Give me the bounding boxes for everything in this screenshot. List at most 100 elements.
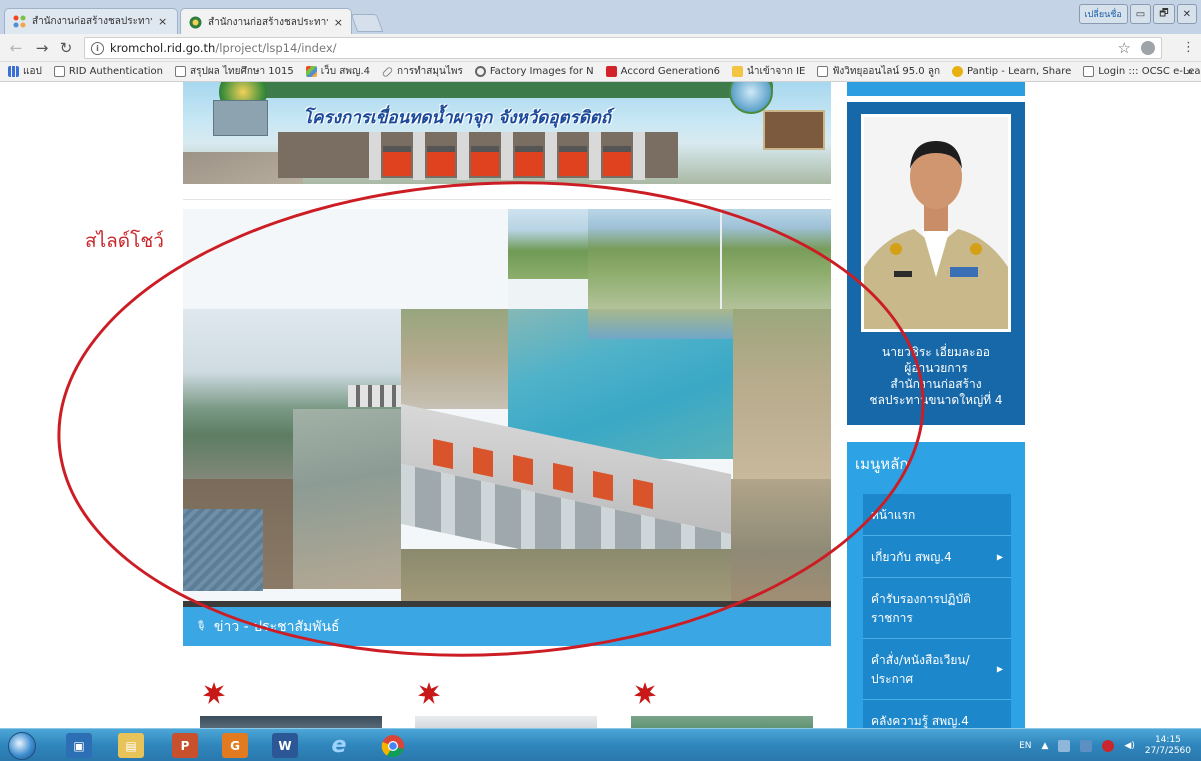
show-hidden-icons[interactable]: ▲: [1041, 741, 1048, 751]
new-tab-button[interactable]: [350, 14, 384, 32]
link-icon: [381, 65, 394, 78]
dam-gate: [515, 146, 543, 176]
dam-gate: [559, 146, 587, 176]
url-domain: kromchol.rid.go.th: [110, 41, 216, 55]
bookmark-item[interactable]: Factory Images for N: [474, 66, 594, 77]
bookmark-item[interactable]: ฟังวิทยุออนไลน์ 95.0 ลูก: [817, 64, 940, 79]
pin-icon: ✎: [191, 617, 210, 636]
bookmark-item[interactable]: Accord Generation6: [605, 66, 721, 77]
info-icon[interactable]: i: [91, 41, 104, 55]
folder-icon: [732, 66, 744, 77]
banner-signboard: [763, 110, 825, 150]
volume-icon[interactable]: ◀): [1124, 741, 1134, 751]
antivirus-icon[interactable]: [1102, 739, 1115, 752]
menu-item-label: เกี่ยวกับ สพญ.4: [871, 550, 952, 564]
browser-tab-2[interactable]: สำนักงานก่อสร้างชลประทานฯ ×: [180, 8, 352, 35]
system-clock[interactable]: 14:15 27/7/2560: [1145, 735, 1191, 757]
language-indicator[interactable]: EN: [1019, 741, 1031, 751]
android-icon: [474, 66, 486, 77]
new-badge-icon: [418, 682, 440, 704]
page-icon: [53, 66, 65, 77]
bookmark-label: การทำสมุนไพร: [397, 66, 463, 77]
action-center-icon[interactable]: [1080, 739, 1093, 752]
window-controls: เปลี่ยนชื่อ ▭ 🗗 ✕: [1078, 4, 1197, 24]
bookmark-item[interactable]: RID Authentication: [53, 66, 163, 77]
clock-date: 27/7/2560: [1144, 745, 1191, 756]
forward-arrow-icon[interactable]: →: [32, 38, 52, 58]
menu-item-label: คำรับรองการปฏิบัติราชการ: [871, 592, 971, 625]
bookmark-item[interactable]: การทำสมุนไพร: [381, 64, 463, 79]
dam-pier: [457, 132, 469, 180]
url-path: /lproject/lsp14/index/: [215, 41, 337, 55]
news-thumbnail[interactable]: [631, 716, 813, 728]
pantip-icon: [952, 66, 964, 77]
bookmarks-more-button[interactable]: »: [1186, 65, 1193, 78]
bookmark-label: นำเข้าจาก IE: [747, 66, 806, 77]
main-menu-list: หน้าแรก เกี่ยวกับ สพญ.4 ▶ คำรับรองการปฏิบ…: [863, 494, 1011, 728]
reload-icon[interactable]: ↻: [56, 38, 76, 58]
bookmark-label: แอป: [23, 66, 42, 77]
bookmark-label: Accord Generation6: [620, 66, 721, 77]
bookmark-label: RID Authentication: [68, 66, 163, 77]
word-glyph: W: [278, 738, 292, 753]
word-icon[interactable]: W: [272, 733, 298, 758]
maximize-button[interactable]: 🗗: [1153, 4, 1175, 24]
windows-start-button[interactable]: [8, 732, 36, 760]
menu-item-label: คำสั่ง/หนังสือเวียน/ประกาศ: [871, 653, 970, 686]
bookmark-item[interactable]: สรุปผล ไทยศึกษา 1015: [175, 64, 294, 79]
news-thumbnail[interactable]: [200, 716, 382, 728]
rid-logo-icon: [189, 16, 202, 29]
dam-pier: [369, 132, 381, 180]
bookmark-item[interactable]: เว็บ สพญ.4: [305, 64, 371, 79]
bookmark-label: ฟังวิทยุออนไลน์ 95.0 ลูก: [832, 66, 941, 77]
ie-icon[interactable]: e: [326, 733, 352, 758]
windows-taskbar: ▣ ▤ P G W e EN ▲ ◀) 14:15 27/7/2560: [0, 728, 1201, 761]
bookmark-star-icon[interactable]: ☆: [1118, 39, 1131, 57]
banner-title-strip: [253, 82, 773, 98]
news-thumbnail[interactable]: [415, 716, 597, 728]
bookmark-item[interactable]: Pantip - Learn, Share: [952, 66, 1071, 77]
menu-item-label: คลังความรู้ สพญ.4: [871, 714, 969, 728]
explorer-icon[interactable]: ▣: [66, 733, 92, 758]
pdf-icon[interactable]: G: [222, 733, 248, 758]
submenu-arrow-icon: ▶: [996, 664, 1003, 674]
page-icon: [1083, 66, 1095, 77]
browser-tab-1[interactable]: สำนักงานก่อสร้างชลประทานฯ ×: [4, 8, 178, 34]
site-banner[interactable]: โครงการเขื่อนทดน้ำผาจุก จังหวัดอุตรดิตถ์: [183, 82, 831, 184]
close-window-button[interactable]: ✕: [1176, 4, 1197, 24]
page-viewport: โครงการเขื่อนทดน้ำผาจุก จังหวัดอุตรดิตถ์: [0, 82, 1201, 728]
screenshot-root: สำนักงานก่อสร้างชลประทานฯ × สำนักงานก่อส…: [0, 0, 1201, 761]
profile-button[interactable]: เปลี่ยนชื่อ: [1078, 4, 1128, 24]
browser-tabstrip: สำนักงานก่อสร้างชลประทานฯ × สำนักงานก่อส…: [0, 0, 1201, 35]
folder-icon[interactable]: ▤: [118, 733, 144, 758]
menu-item-knowledge[interactable]: คลังความรู้ สพญ.4: [863, 700, 1011, 728]
bookmark-item[interactable]: นำเข้าจาก IE: [732, 64, 805, 79]
extension-icon[interactable]: [1141, 41, 1155, 55]
menu-item-performance[interactable]: คำรับรองการปฏิบัติราชการ: [863, 578, 1011, 639]
address-bar[interactable]: i kromchol.rid.go.th/lproject/lsp14/inde…: [84, 37, 1162, 59]
minimize-button[interactable]: ▭: [1129, 4, 1152, 24]
menu-item-about[interactable]: เกี่ยวกับ สพญ.4 ▶: [863, 536, 1011, 578]
dam-pier: [413, 132, 425, 180]
banner-spillway: [213, 100, 268, 136]
bookmark-item[interactable]: Login ::: OCSC e-Lear: [1083, 66, 1201, 77]
bookmarks-bar: แอป RID Authentication สรุปผล ไทยศึกษา 1…: [0, 62, 1201, 82]
new-badge-icon: [634, 682, 656, 704]
menu-item-orders[interactable]: คำสั่ง/หนังสือเวียน/ประกาศ ▶: [863, 639, 1011, 700]
bookmark-label: เว็บ สพญ.4: [320, 66, 371, 77]
ie-glyph: e: [331, 733, 347, 758]
page-icon: [817, 66, 829, 77]
dam-gate: [603, 146, 631, 176]
close-tab-icon[interactable]: ×: [158, 15, 167, 28]
close-tab-icon[interactable]: ×: [334, 16, 343, 29]
joomla-icon: [305, 66, 317, 77]
dam-pier: [501, 132, 513, 180]
bookmark-apps[interactable]: แอป: [8, 64, 42, 79]
browser-menu-icon[interactable]: ⋮: [1182, 40, 1195, 55]
red-icon: [605, 66, 617, 77]
network-icon[interactable]: [1058, 739, 1071, 752]
joomla-icon: [13, 15, 26, 28]
powerpoint-icon[interactable]: P: [172, 733, 198, 758]
back-arrow-icon[interactable]: ←: [6, 38, 26, 58]
chrome-icon[interactable]: [380, 733, 406, 758]
